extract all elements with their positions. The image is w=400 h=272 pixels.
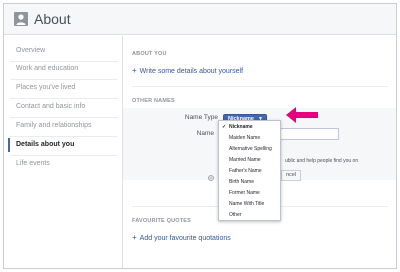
- sidebar-item-contact-info[interactable]: Contact and basic info: [4, 98, 122, 116]
- favourite-quotes-heading: FAVOURITE QUOTES: [132, 218, 192, 224]
- plus-icon: +: [132, 66, 137, 75]
- menu-item-alternative-spelling[interactable]: Alternative Spelling: [219, 144, 280, 154]
- add-quotations-label: Add your favourite quotations: [139, 235, 231, 242]
- name-label: Name: [196, 130, 214, 137]
- sidebar-item-family-relationships[interactable]: Family and relationships: [4, 117, 122, 135]
- menu-item-married-name[interactable]: Married Name: [219, 155, 280, 165]
- about-header: About: [4, 4, 396, 35]
- menu-item-label: Nickname: [229, 124, 253, 130]
- menu-item-fathers-name[interactable]: Father's Name: [219, 166, 280, 176]
- menu-item-other[interactable]: Other: [219, 210, 280, 220]
- page-title: About: [34, 11, 71, 27]
- sidebar-item-places-lived[interactable]: Places you've lived: [4, 79, 122, 97]
- cancel-button[interactable]: ncel: [281, 170, 301, 181]
- sidebar-item-details-about-you[interactable]: Details about you: [4, 136, 122, 154]
- name-type-menu: ✓ Nickname Maiden Name Alternative Spelli…: [218, 120, 281, 221]
- globe-icon[interactable]: [208, 175, 214, 181]
- sidebar-item-life-events[interactable]: Life events: [4, 155, 122, 173]
- add-quotations-link[interactable]: + Add your favourite quotations: [132, 233, 231, 242]
- other-names-heading: OTHER NAMES: [132, 98, 175, 104]
- menu-item-maiden-name[interactable]: Maiden Name: [219, 133, 280, 143]
- privacy-help-text: ublic and help people find you on: [285, 158, 359, 164]
- sidebar-item-overview[interactable]: Overview: [4, 42, 122, 60]
- name-type-label: Name Type: [184, 114, 218, 121]
- write-details-label: Write some details about yourself: [139, 68, 244, 75]
- menu-item-former-name[interactable]: Former Name: [219, 188, 280, 198]
- about-sidebar: Overview Work and education Places you'v…: [4, 36, 122, 268]
- section-divider: [132, 86, 388, 87]
- menu-item-birth-name[interactable]: Birth Name: [219, 177, 280, 187]
- menu-item-nickname[interactable]: ✓ Nickname: [219, 122, 280, 132]
- menu-item-name-with-title[interactable]: Name With Title: [219, 199, 280, 209]
- person-icon: [14, 12, 28, 26]
- plus-icon: +: [132, 233, 137, 242]
- checkmark-icon: ✓: [222, 124, 227, 130]
- about-panel: About Overview Work and education Places…: [3, 3, 397, 269]
- write-details-link[interactable]: + Write some details about yourself: [132, 66, 243, 75]
- pointer-arrow-icon: [286, 107, 318, 123]
- about-you-heading: ABOUT YOU: [132, 51, 167, 57]
- sidebar-item-work-education[interactable]: Work and education: [4, 60, 122, 78]
